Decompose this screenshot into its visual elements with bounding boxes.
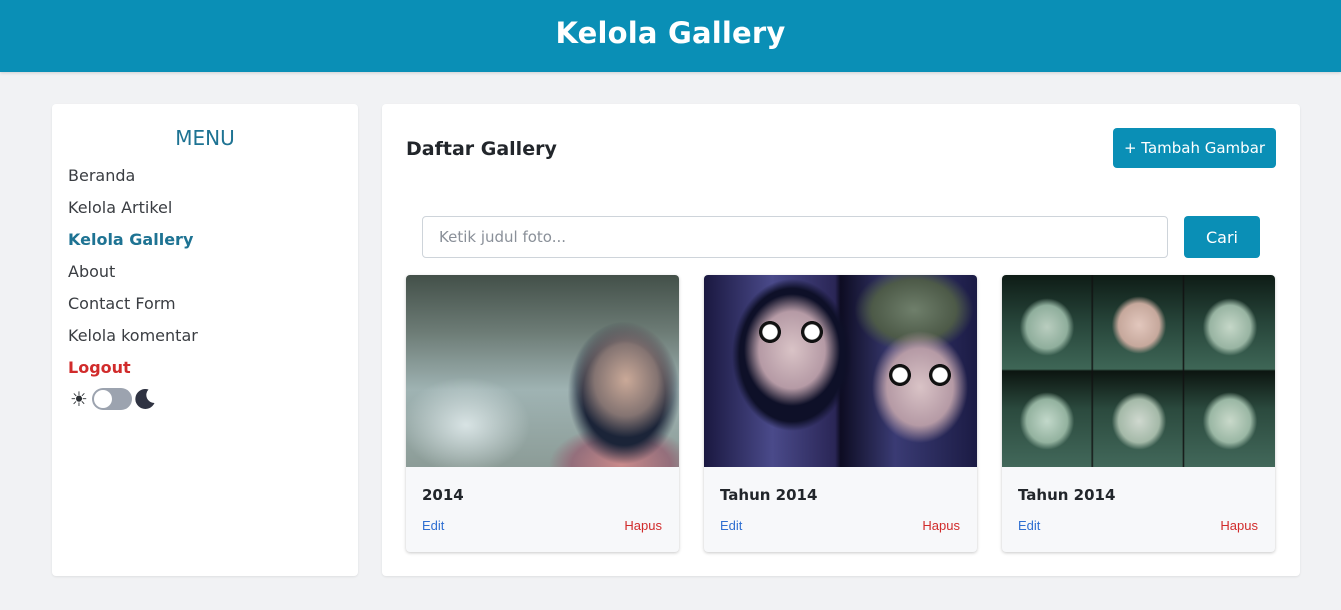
gallery-card: Tahun 2014 Edit Hapus xyxy=(704,275,977,552)
menu-item-kelola-gallery[interactable]: Kelola Gallery xyxy=(68,230,198,262)
search-input[interactable] xyxy=(422,216,1168,258)
gallery-card: Tahun 2014 Edit Hapus xyxy=(1002,275,1275,552)
edit-link[interactable]: Edit xyxy=(720,518,742,533)
sidebar: MENU Beranda Kelola Artikel Kelola Galle… xyxy=(52,104,358,576)
delete-link[interactable]: Hapus xyxy=(922,518,960,533)
menu-item-about[interactable]: About xyxy=(68,262,198,294)
sun-icon: ☀ xyxy=(70,388,88,411)
gallery-list-title: Daftar Gallery xyxy=(406,138,557,160)
photo-caption: Tahun 2014 xyxy=(720,486,818,504)
edit-link[interactable]: Edit xyxy=(1018,518,1040,533)
photo-caption: 2014 xyxy=(422,486,464,504)
menu-item-kelola-artikel[interactable]: Kelola Artikel xyxy=(68,198,198,230)
menu-list: Beranda Kelola Artikel Kelola Gallery Ab… xyxy=(68,166,198,390)
gallery-photo[interactable] xyxy=(704,275,977,467)
dark-mode-switch[interactable] xyxy=(92,388,132,410)
theme-toggle: ☀ xyxy=(68,386,157,412)
menu-item-kelola-komentar[interactable]: Kelola komentar xyxy=(68,326,198,358)
gallery-photo[interactable] xyxy=(1002,275,1275,467)
delete-link[interactable]: Hapus xyxy=(1220,518,1258,533)
add-image-button[interactable]: + Tambah Gambar xyxy=(1113,128,1276,168)
edit-link[interactable]: Edit xyxy=(422,518,444,533)
top-header: Kelola Gallery xyxy=(0,0,1341,72)
moon-icon xyxy=(135,388,155,409)
menu-title: MENU xyxy=(175,126,235,150)
menu-item-contact-form[interactable]: Contact Form xyxy=(68,294,198,326)
search-button[interactable]: Cari xyxy=(1184,216,1260,258)
gallery-card: 2014 Edit Hapus xyxy=(406,275,679,552)
gallery-panel: Daftar Gallery + Tambah Gambar Cari 2014… xyxy=(382,104,1300,576)
menu-item-beranda[interactable]: Beranda xyxy=(68,166,198,198)
delete-link[interactable]: Hapus xyxy=(624,518,662,533)
photo-caption: Tahun 2014 xyxy=(1018,486,1116,504)
gallery-photo[interactable] xyxy=(406,275,679,467)
switch-knob xyxy=(94,390,112,408)
page-title: Kelola Gallery xyxy=(555,16,786,50)
